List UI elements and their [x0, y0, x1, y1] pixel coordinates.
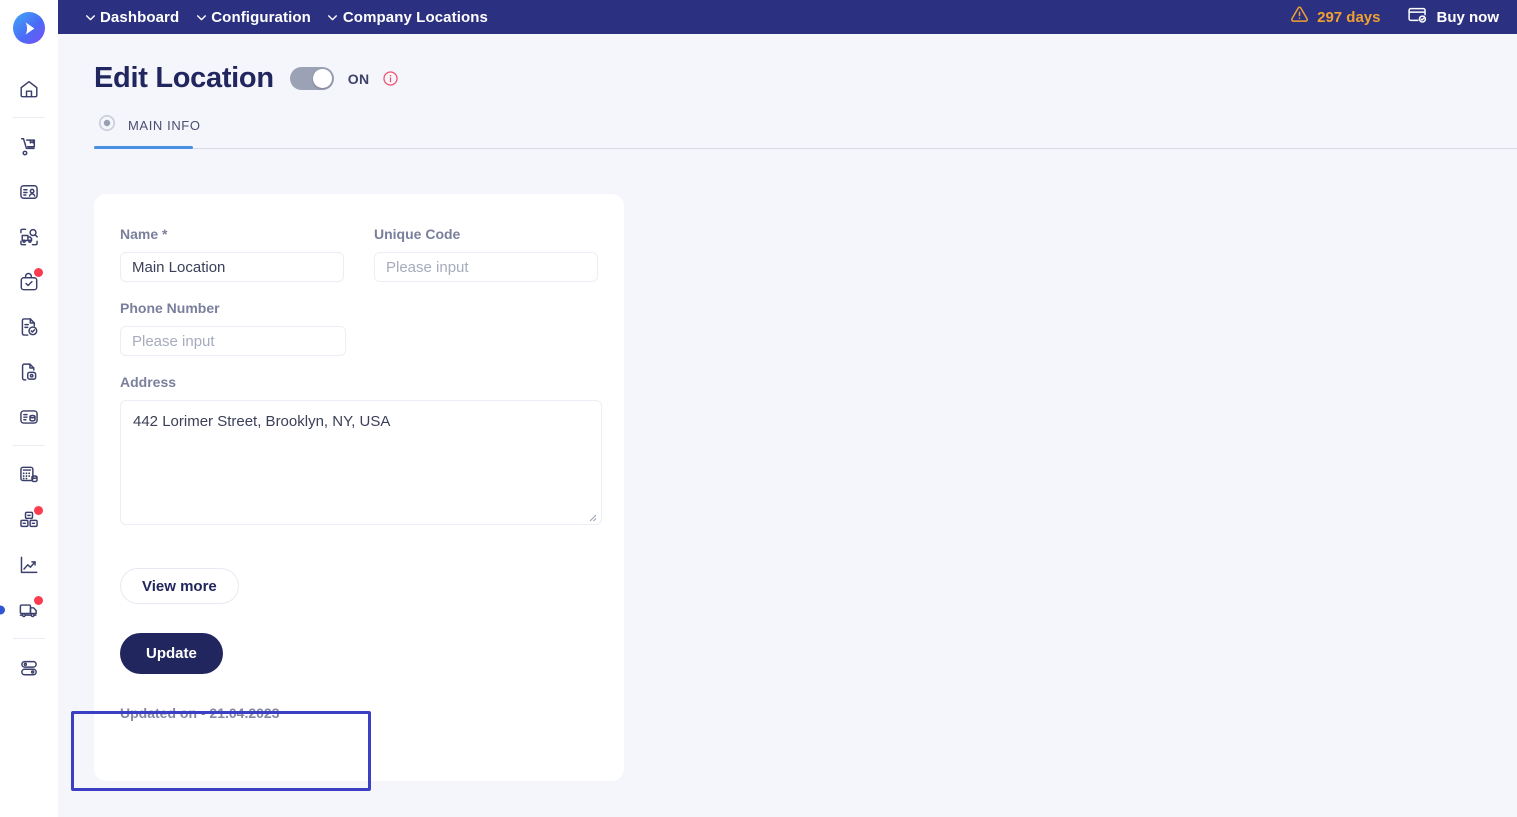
sidebar-item-secure-documents[interactable]	[0, 349, 58, 394]
field-unique-code-label: Unique Code	[374, 226, 461, 242]
field-address: Address	[120, 374, 602, 530]
page-header: Edit Location ON	[58, 34, 1517, 95]
chevron-down-icon[interactable]	[191, 11, 211, 24]
sidebar	[0, 0, 58, 817]
chevron-down-icon[interactable]	[80, 11, 100, 24]
warning-triangle-icon	[1290, 5, 1309, 29]
contact-card-icon	[18, 181, 40, 203]
logo-container[interactable]	[0, 0, 58, 56]
credit-card-check-icon	[1407, 4, 1428, 30]
buy-now-button[interactable]: Buy now	[1407, 4, 1500, 30]
sidebar-item-suppliers[interactable]	[0, 169, 58, 214]
topbar-right: 297 days Buy now	[1290, 4, 1499, 30]
toggle-state-label: ON	[347, 70, 370, 87]
breadcrumb-group-configuration: Configuration	[191, 9, 323, 26]
info-circle-icon[interactable]	[382, 70, 399, 87]
location-status-toggle[interactable]	[289, 67, 334, 90]
sidebar-item-procurement[interactable]	[0, 124, 58, 169]
sidebar-item-records[interactable]	[0, 394, 58, 439]
name-input[interactable]	[120, 252, 344, 282]
hand-truck-icon	[18, 136, 40, 158]
badge-dot	[34, 268, 43, 277]
updated-on-text: Updated on - 21.04.2023	[120, 705, 280, 721]
sidebar-divider-1	[13, 117, 45, 118]
radio-selected-icon	[98, 114, 116, 137]
page-title: Edit Location	[94, 62, 274, 94]
truck-search-icon	[18, 226, 40, 248]
calculator-database-icon	[18, 464, 40, 486]
document-check-icon	[18, 316, 40, 338]
breadcrumb: Dashboard Configuration Company Location…	[80, 9, 1290, 26]
field-name: Name *	[120, 226, 344, 282]
update-button[interactable]: Update	[120, 633, 223, 674]
trend-chart-icon	[18, 554, 40, 576]
chevron-down-icon[interactable]	[323, 11, 343, 24]
buy-now-label: Buy now	[1436, 8, 1500, 26]
tab-main-info-label: MAIN INFO	[128, 118, 201, 133]
breadcrumb-item-configuration[interactable]: Configuration	[211, 9, 311, 26]
app-root: Dashboard Configuration Company Location…	[0, 0, 1517, 817]
address-textarea[interactable]	[120, 400, 602, 525]
tab-active-indicator	[94, 146, 193, 149]
field-phone-number-label: Phone Number	[120, 300, 220, 316]
breadcrumb-item-dashboard[interactable]: Dashboard	[100, 9, 179, 26]
app-logo	[13, 12, 45, 44]
breadcrumb-group-company-locations: Company Locations	[323, 9, 500, 26]
topbar: Dashboard Configuration Company Location…	[58, 0, 1517, 34]
view-more-button[interactable]: View more	[120, 568, 239, 604]
home-icon	[18, 78, 40, 100]
sidebar-item-contracts[interactable]	[0, 304, 58, 349]
breadcrumb-item-company-locations[interactable]: Company Locations	[343, 9, 488, 26]
trial-days-label: 297 days	[1317, 8, 1381, 26]
location-form-card: Name * Unique Code Phone Number Address	[94, 194, 624, 781]
unique-code-input[interactable]	[374, 252, 598, 282]
tab-main-info[interactable]: MAIN INFO	[94, 114, 209, 148]
document-lock-icon	[18, 361, 40, 383]
sidebar-divider-2	[13, 445, 45, 446]
page-content: Edit Location ON MAIN INFO Name * Main L…	[58, 34, 1517, 817]
sidebar-item-tasks[interactable]	[0, 259, 58, 304]
form-row-1: Name * Unique Code	[120, 226, 598, 300]
toggles-icon	[18, 657, 40, 679]
phone-number-input[interactable]	[120, 326, 346, 356]
sidebar-item-settings-toggles[interactable]	[0, 645, 58, 690]
sidebar-item-analytics[interactable]	[0, 542, 58, 587]
sidebar-item-home[interactable]	[0, 66, 58, 111]
field-name-label: Name *	[120, 226, 168, 242]
field-unique-code: Unique Code	[374, 226, 598, 282]
sidebar-divider-3	[13, 638, 45, 639]
badge-dot	[34, 596, 43, 605]
sidebar-item-logistics[interactable]	[0, 587, 58, 632]
badge-dot	[34, 506, 43, 515]
field-phone-number: Phone Number	[120, 300, 346, 356]
trial-days-indicator[interactable]: 297 days	[1290, 5, 1381, 29]
tab-bar: MAIN INFO	[94, 114, 1517, 149]
sidebar-item-supplier-search[interactable]	[0, 214, 58, 259]
field-address-label: Address	[120, 374, 177, 390]
sidebar-item-inventory[interactable]	[0, 497, 58, 542]
card-database-icon	[18, 406, 40, 428]
sidebar-item-accounting[interactable]	[0, 452, 58, 497]
toggle-knob	[312, 69, 332, 88]
breadcrumb-group-dashboard: Dashboard	[80, 9, 191, 26]
